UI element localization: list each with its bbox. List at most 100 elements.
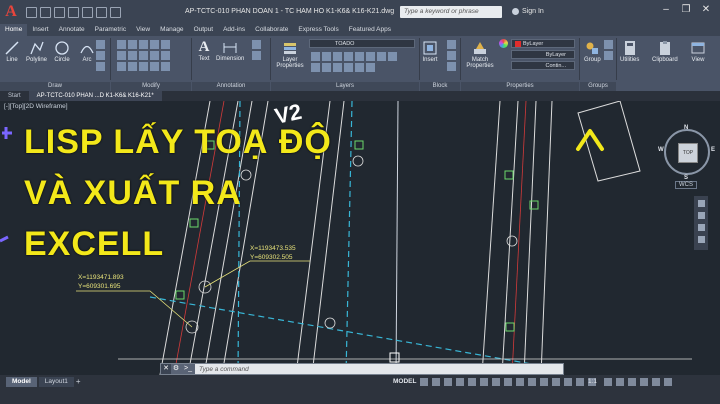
transparency-icon[interactable]: [516, 378, 524, 386]
zoom-icon[interactable]: [697, 224, 705, 231]
line-tool[interactable]: Line: [4, 40, 20, 63]
edit-attributes-icon[interactable]: [447, 62, 456, 71]
save-icon[interactable]: [54, 6, 65, 18]
customize-icon[interactable]: ⚙: [171, 364, 181, 374]
model-space-toggle[interactable]: MODEL: [393, 378, 416, 385]
orbit-icon[interactable]: [697, 236, 705, 243]
annotation-panel-title[interactable]: Annotation: [192, 82, 270, 91]
block-panel-title[interactable]: Block: [420, 82, 460, 91]
linetype-select[interactable]: Contin...: [511, 61, 575, 70]
layer-tool-11-icon[interactable]: [333, 63, 342, 72]
layer-tool-2-icon[interactable]: [322, 52, 331, 61]
polar-icon[interactable]: [456, 378, 464, 386]
tab-collaborate[interactable]: Collaborate: [250, 24, 293, 36]
insert-tool[interactable]: Insert: [422, 40, 438, 63]
isolate-objects-icon[interactable]: [628, 378, 636, 386]
tab-output[interactable]: Output: [189, 24, 219, 36]
draw-panel-title[interactable]: Draw: [0, 82, 110, 91]
annotation-monitor-icon[interactable]: [540, 378, 548, 386]
tab-layout1[interactable]: Layout1: [38, 377, 74, 387]
customization-menu-icon[interactable]: [664, 378, 672, 386]
tab-view[interactable]: View: [131, 24, 155, 36]
layer-tool-1-icon[interactable]: [311, 52, 320, 61]
object-snap-icon[interactable]: [492, 378, 500, 386]
color-wheel-icon[interactable]: [499, 39, 508, 48]
compass-north[interactable]: N: [684, 125, 688, 131]
workspace-switch-icon[interactable]: [604, 378, 612, 386]
tab-express-tools[interactable]: Express Tools: [293, 24, 343, 36]
clipboard-tool[interactable]: Clipboard: [652, 40, 678, 63]
ortho-icon[interactable]: [444, 378, 452, 386]
layer-tool-10-icon[interactable]: [322, 63, 331, 72]
undo-icon[interactable]: [96, 6, 107, 18]
scale-icon[interactable]: [128, 62, 137, 71]
leader-icon[interactable]: [252, 40, 261, 49]
compass-east[interactable]: E: [711, 147, 715, 153]
tab-model[interactable]: Model: [6, 377, 37, 387]
trim-icon[interactable]: [139, 40, 148, 49]
viewcube[interactable]: TOP N S E W: [658, 125, 715, 181]
rotate-icon[interactable]: [128, 40, 137, 49]
layer-properties-tool[interactable]: Layer Properties: [275, 40, 305, 69]
redo-icon[interactable]: [110, 6, 121, 18]
layer-tool-6-icon[interactable]: [366, 52, 375, 61]
layer-tool-3-icon[interactable]: [333, 52, 342, 61]
join-icon[interactable]: [150, 62, 159, 71]
drawing-viewport[interactable]: V2 [-][Top][2D Wireframe] LISP LẤY TOẠ Đ…: [0, 101, 720, 375]
modify-panel-title[interactable]: Modify: [111, 82, 191, 91]
minimize-button[interactable]: –: [658, 4, 674, 15]
layer-tool-8-icon[interactable]: [388, 52, 397, 61]
table-icon[interactable]: [252, 51, 261, 60]
rectangle-icon[interactable]: [96, 40, 105, 49]
units-icon[interactable]: [552, 378, 560, 386]
arc-tool[interactable]: Arc: [79, 40, 95, 63]
ungroup-icon[interactable]: [604, 40, 613, 49]
group-tool[interactable]: Group: [584, 40, 601, 63]
viewport-controls-label[interactable]: [-][Top][2D Wireframe]: [4, 103, 68, 110]
color-select[interactable]: ByLayer: [511, 39, 575, 48]
close-button[interactable]: ✕: [698, 4, 714, 15]
command-input[interactable]: Type a command: [195, 366, 249, 373]
utilities-tool[interactable]: Utilities: [620, 40, 639, 63]
annotation-plus-icon[interactable]: [616, 378, 624, 386]
viewcube-top-face[interactable]: TOP: [678, 143, 698, 163]
hardware-acceleration-icon[interactable]: [640, 378, 648, 386]
offset-icon[interactable]: [150, 51, 159, 60]
layer-tool-4-icon[interactable]: [344, 52, 353, 61]
create-block-icon[interactable]: [447, 40, 456, 49]
tab-featured-apps[interactable]: Featured Apps: [344, 24, 396, 36]
isodraft-icon[interactable]: [468, 378, 476, 386]
tab-add-ins[interactable]: Add-ins: [218, 24, 250, 36]
erase-icon[interactable]: [150, 40, 159, 49]
file-tab-start[interactable]: Start: [0, 91, 29, 101]
steering-wheel-icon[interactable]: [697, 200, 705, 207]
array-icon[interactable]: [161, 51, 170, 60]
layer-select[interactable]: TOADO: [309, 39, 415, 48]
move-icon[interactable]: [117, 40, 126, 49]
clean-screen-icon[interactable]: [652, 378, 660, 386]
file-tab-drawing[interactable]: AP-TCTC-010 PHAN ...D K1-K6& K16-K21*: [28, 91, 162, 101]
tab-manage[interactable]: Manage: [155, 24, 189, 36]
layer-tool-12-icon[interactable]: [344, 63, 353, 72]
search-input[interactable]: Type a keyword or phrase: [400, 6, 502, 18]
text-tool[interactable]: A Text: [196, 39, 212, 62]
dimension-tool[interactable]: Dimension: [216, 39, 244, 62]
match-properties-tool[interactable]: Match Properties: [465, 40, 495, 69]
layer-tool-13-icon[interactable]: [355, 63, 364, 72]
annotation-visibility-icon[interactable]: [576, 378, 584, 386]
add-layout-button[interactable]: +: [76, 377, 81, 387]
layer-tool-7-icon[interactable]: [377, 52, 386, 61]
selection-cycling-icon[interactable]: [528, 378, 536, 386]
copy-icon[interactable]: [117, 51, 126, 60]
open-icon[interactable]: [40, 6, 51, 18]
layer-tool-5-icon[interactable]: [355, 52, 364, 61]
array-rect-icon[interactable]: [139, 62, 148, 71]
close-command-line-icon[interactable]: ✕: [161, 364, 171, 374]
pan-icon[interactable]: [697, 212, 705, 219]
view-tool[interactable]: View: [690, 40, 706, 63]
circle-tool[interactable]: Circle: [54, 40, 70, 63]
quick-properties-icon[interactable]: [564, 378, 572, 386]
wcs-menu[interactable]: WCS: [675, 181, 697, 189]
gradient-icon[interactable]: [96, 62, 105, 71]
annotation-scale[interactable]: 1:1: [588, 378, 597, 385]
